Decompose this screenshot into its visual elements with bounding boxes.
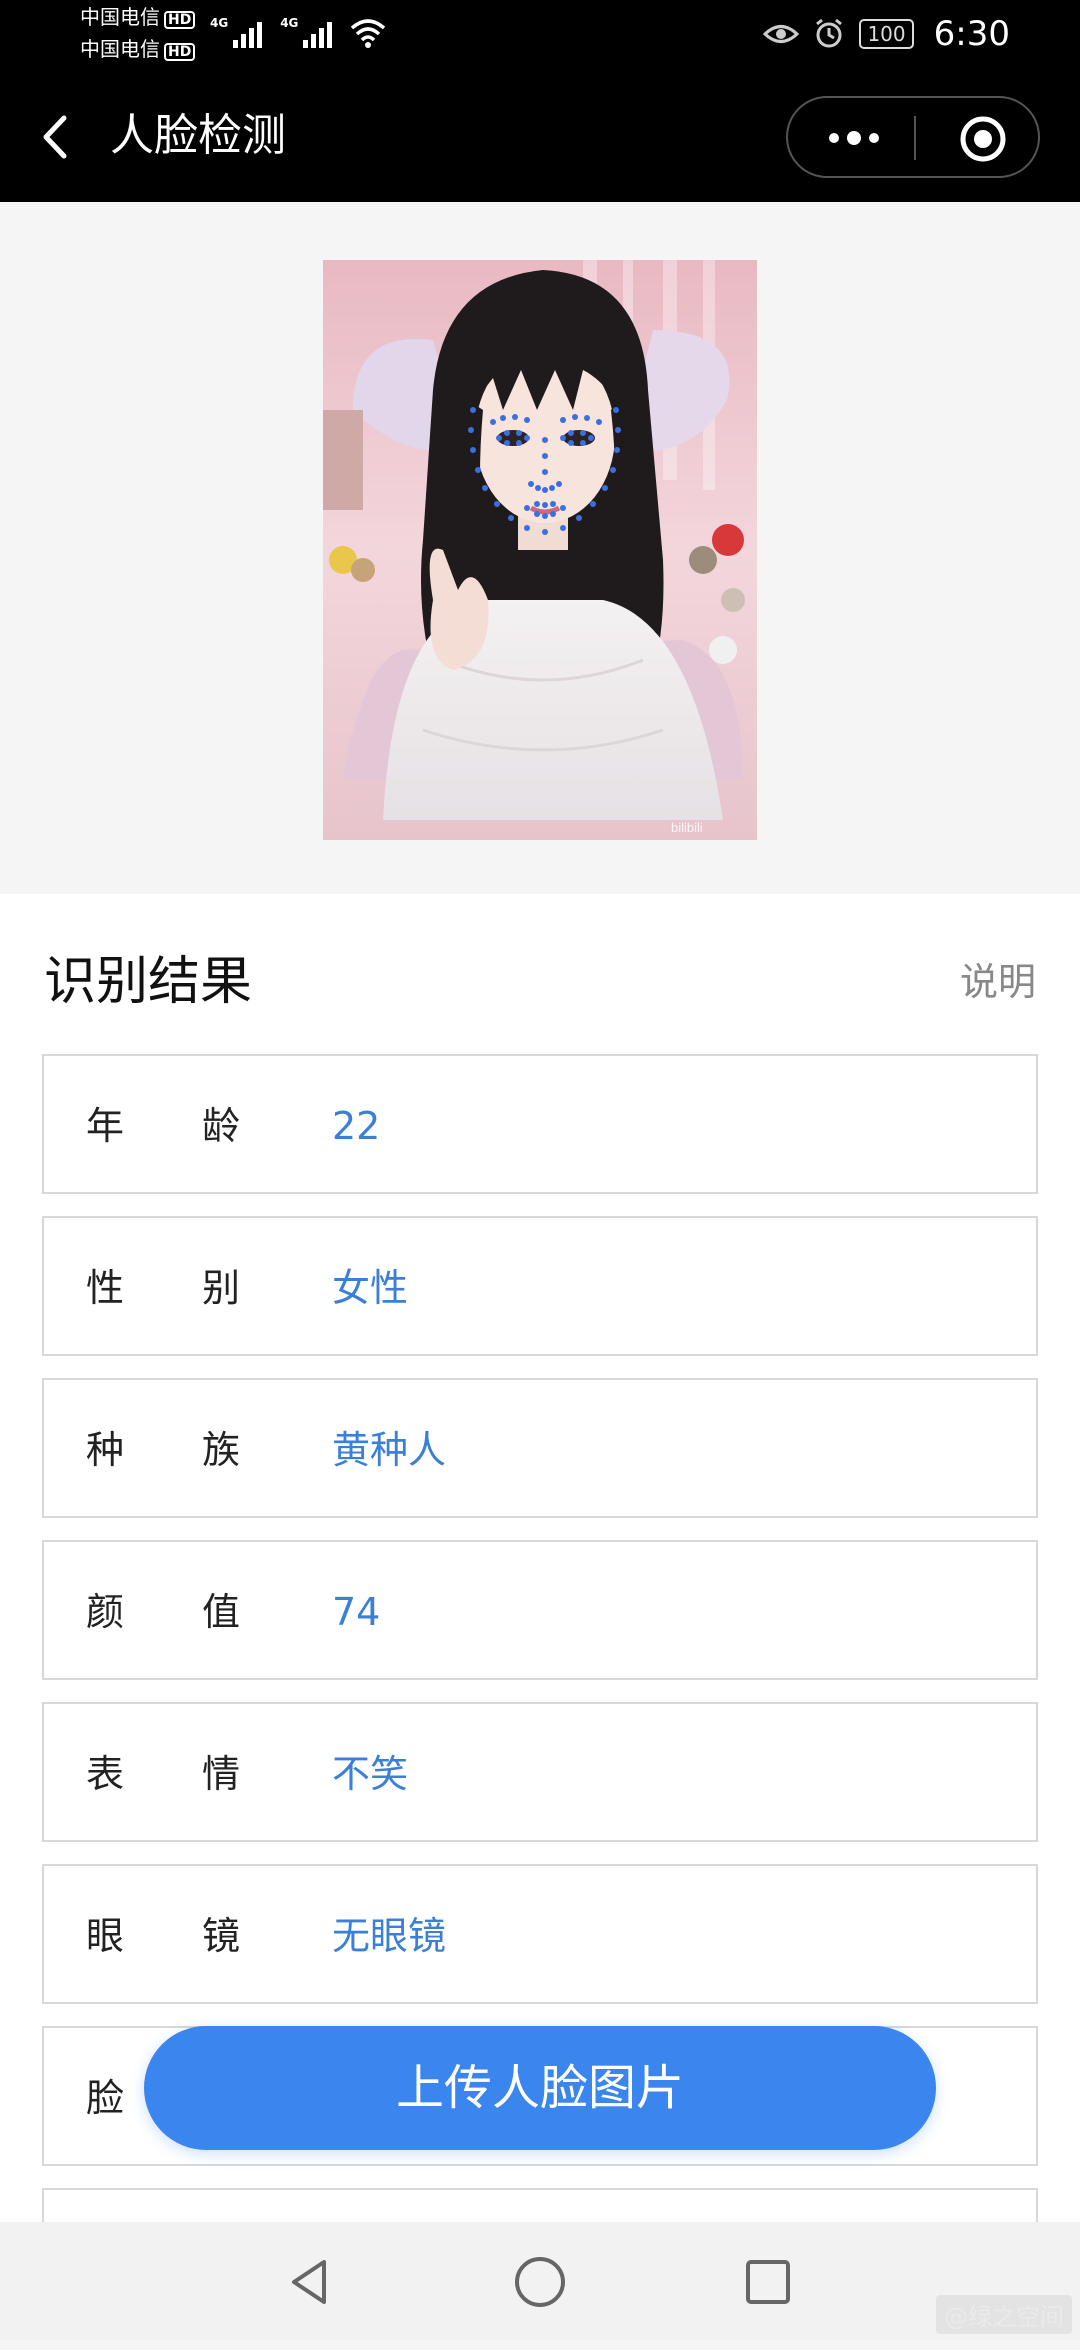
signal-1-icon: 4G bbox=[210, 16, 263, 48]
page-title: 人脸检测 bbox=[110, 110, 286, 161]
photo-watermark: bilibili bbox=[671, 820, 703, 835]
row-value: 女性 bbox=[332, 1266, 409, 1310]
row-label: 年龄 bbox=[86, 1104, 319, 1148]
target-icon[interactable] bbox=[958, 114, 1008, 164]
clock: 6:30 bbox=[933, 14, 1010, 54]
back-triangle-icon[interactable] bbox=[280, 2252, 340, 2312]
alarm-icon bbox=[816, 18, 843, 48]
row-value: 22 bbox=[332, 1104, 381, 1148]
results-header: 识别结果 说明 bbox=[0, 894, 1080, 1054]
row-label: 种族 bbox=[86, 1428, 319, 1472]
photo-area: bilibili bbox=[0, 202, 1080, 894]
signal-2-icon: 4G bbox=[280, 16, 333, 48]
row-label: 表情 bbox=[86, 1752, 319, 1796]
result-row-age: 年龄 22 bbox=[42, 1054, 1038, 1194]
status-bar: 中国电信 HD 中国电信 HD 4G 4G 100 6:30 bbox=[0, 0, 1080, 72]
results-title: 识别结果 bbox=[44, 952, 253, 1012]
capsule-divider bbox=[914, 116, 916, 160]
more-icon[interactable] bbox=[824, 124, 884, 152]
face-photo[interactable]: bilibili bbox=[323, 260, 757, 840]
results-panel: 识别结果 说明 年龄 22 性别 女性 种族 黄种人 颜值 74 表情 不笑 眼… bbox=[0, 894, 1080, 2328]
eye-icon bbox=[763, 25, 800, 43]
signal-indicators: 4G 4G bbox=[210, 16, 386, 48]
upload-face-image-button[interactable]: 上传人脸图片 bbox=[144, 2026, 936, 2150]
back-icon[interactable] bbox=[36, 112, 76, 162]
home-circle-icon[interactable] bbox=[510, 2252, 570, 2312]
row-value: 不笑 bbox=[332, 1752, 409, 1796]
results-list: 年龄 22 性别 女性 种族 黄种人 颜值 74 表情 不笑 眼镜 无眼镜 脸 bbox=[42, 1054, 1038, 2350]
help-link[interactable]: 说明 bbox=[960, 954, 1036, 1010]
wifi-icon bbox=[351, 19, 386, 48]
watermark: @绿之空间 bbox=[936, 2295, 1072, 2334]
row-label: 性别 bbox=[86, 1266, 319, 1310]
result-row-expression: 表情 不笑 bbox=[42, 1702, 1038, 1842]
network-2-label: 4G bbox=[280, 16, 299, 30]
result-row-glasses: 眼镜 无眼镜 bbox=[42, 1864, 1038, 2004]
result-row-race: 种族 黄种人 bbox=[42, 1378, 1038, 1518]
hd-badge-1: HD bbox=[164, 11, 196, 29]
row-value: 黄种人 bbox=[332, 1428, 447, 1472]
hd-badge-2: HD bbox=[164, 43, 196, 61]
nav-bar: 人脸检测 bbox=[0, 72, 1080, 202]
row-value: 74 bbox=[332, 1590, 381, 1634]
network-1-label: 4G bbox=[210, 16, 229, 30]
carrier-1: 中国电信 HD bbox=[80, 5, 196, 29]
mini-program-capsule bbox=[786, 96, 1040, 178]
battery-indicator: 100 bbox=[859, 19, 914, 49]
carrier-1-label: 中国电信 bbox=[80, 5, 160, 29]
status-right: 100 6:30 bbox=[763, 14, 1010, 54]
result-row-beauty: 颜值 74 bbox=[42, 1540, 1038, 1680]
result-row-gender: 性别 女性 bbox=[42, 1216, 1038, 1356]
system-nav-bar: @绿之空间 bbox=[0, 2222, 1080, 2340]
row-label: 颜值 bbox=[86, 1590, 319, 1634]
recents-square-icon[interactable] bbox=[738, 2252, 798, 2312]
carrier-2-label: 中国电信 bbox=[80, 37, 160, 61]
row-label: 眼镜 bbox=[86, 1914, 319, 1958]
row-value: 无眼镜 bbox=[332, 1914, 447, 1958]
carrier-2: 中国电信 HD bbox=[80, 37, 196, 61]
